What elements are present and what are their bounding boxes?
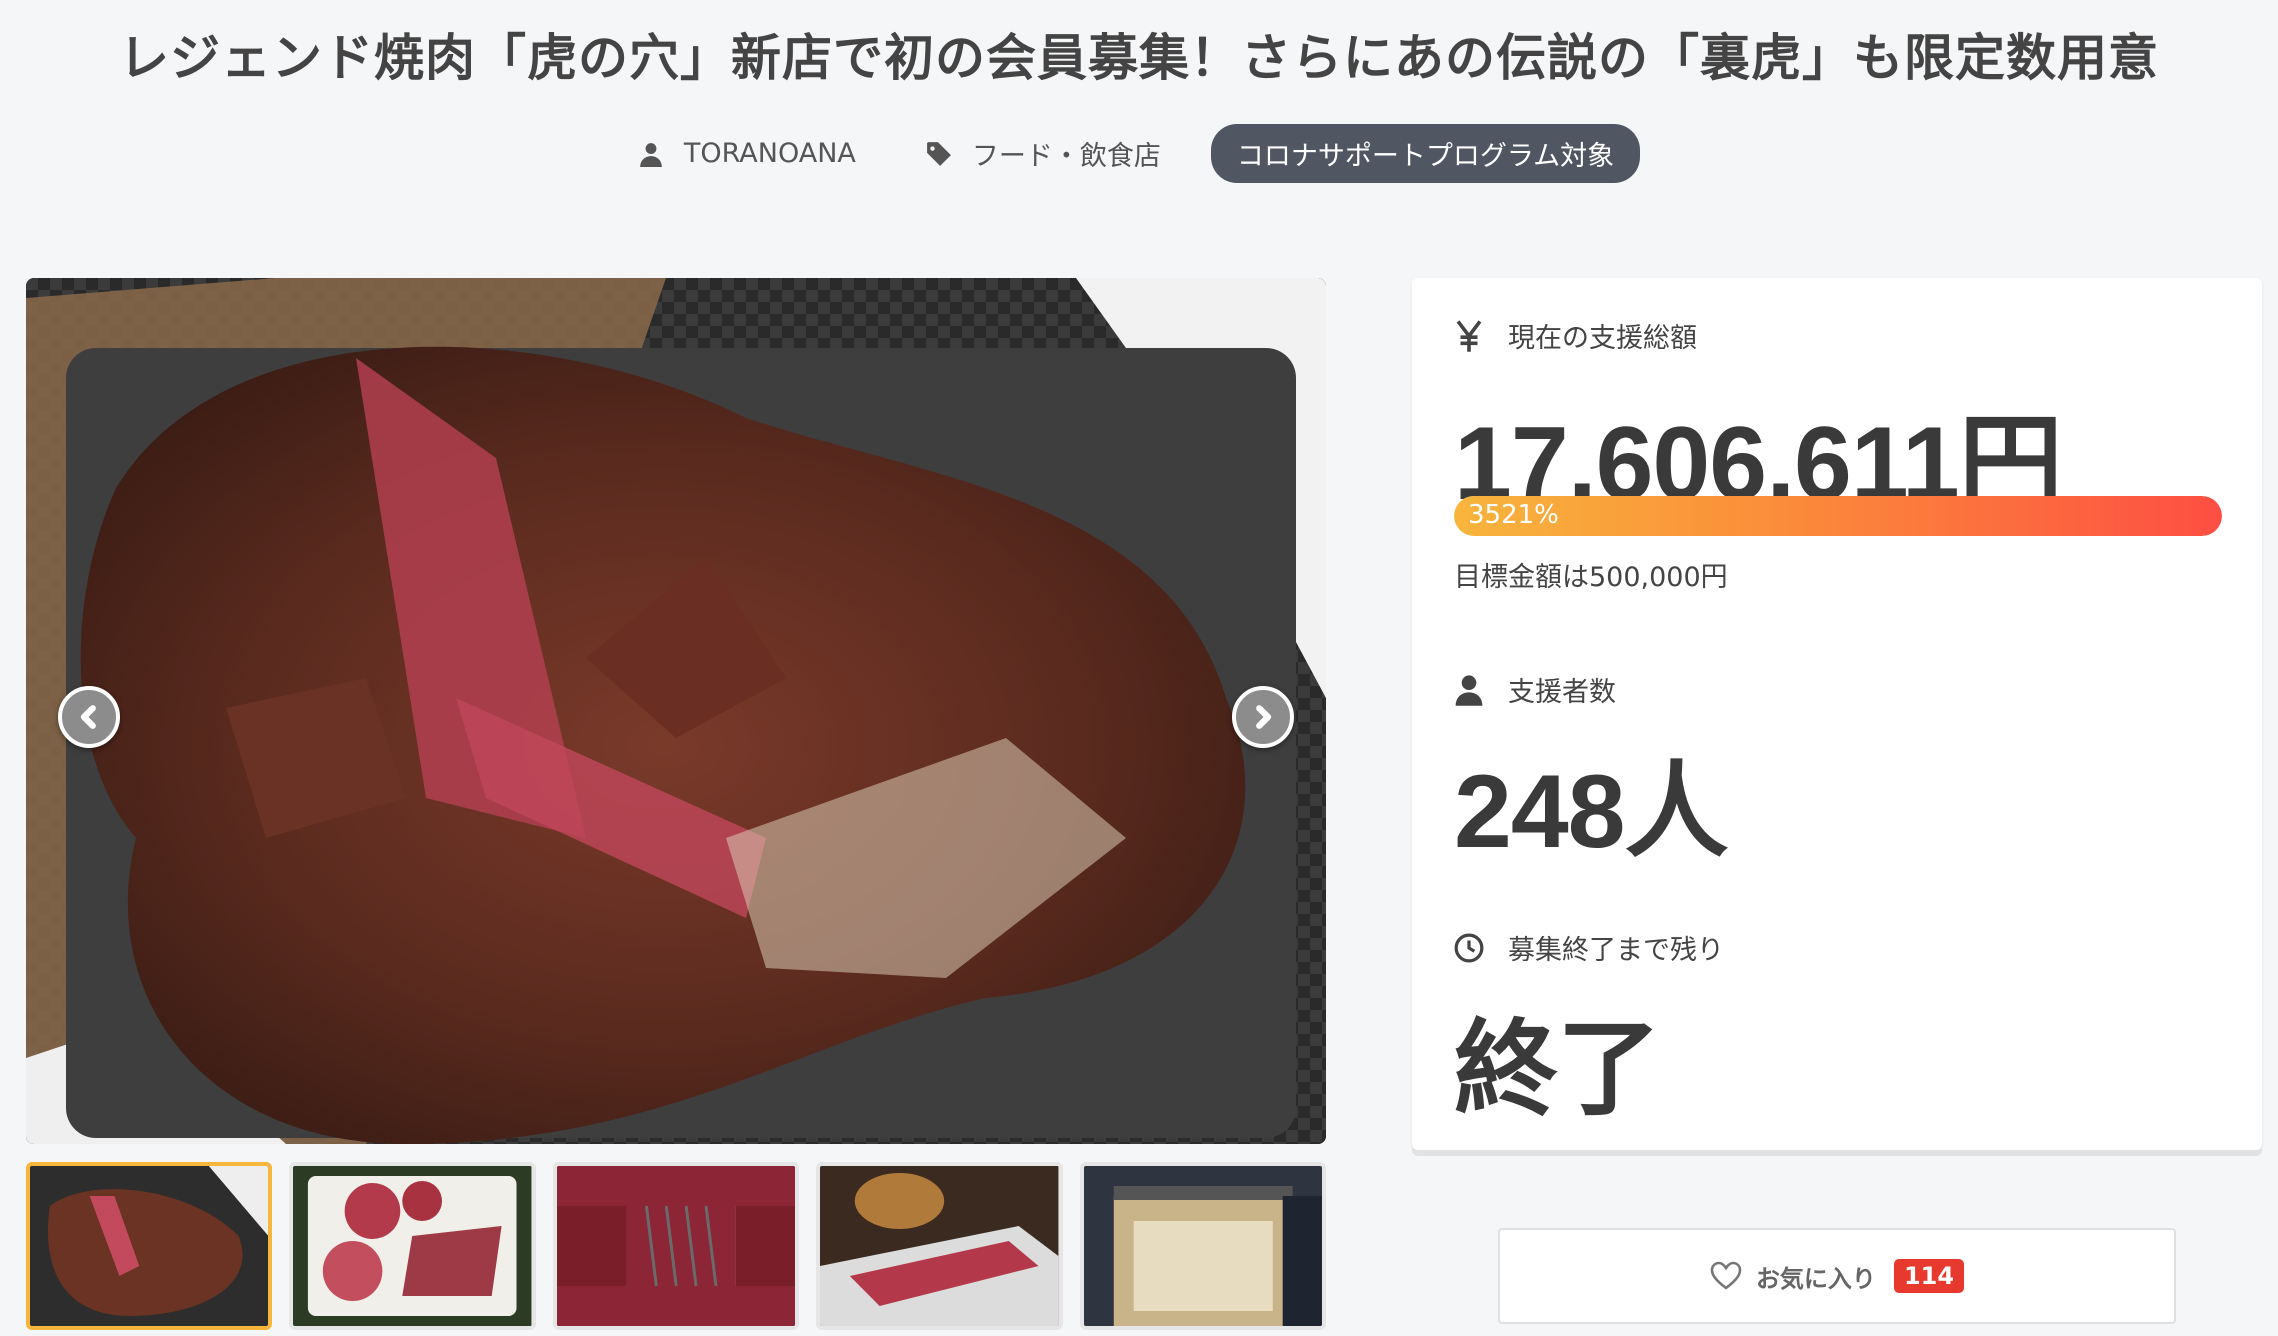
raw-meat-grill-thumb <box>556 1166 796 1326</box>
favorite-button[interactable]: お気に入り 114 <box>1498 1228 2176 1324</box>
author-link[interactable]: TORANOANA <box>638 138 856 169</box>
progress-fill <box>1454 496 2222 536</box>
tag-icon <box>926 141 951 166</box>
yen-icon <box>1456 319 1482 352</box>
category-name: フード・飲食店 <box>971 141 1161 172</box>
main-photo[interactable] <box>26 278 1326 1144</box>
chevron-left-icon <box>80 705 96 729</box>
next-photo-button[interactable] <box>1232 686 1294 748</box>
total-label-row: 現在の支援総額 <box>1454 316 1697 355</box>
category-link[interactable]: フード・飲食店 <box>926 134 1161 173</box>
thumbnail-4[interactable] <box>816 1162 1063 1330</box>
steak-photo <box>26 278 1326 1144</box>
chevron-right-icon <box>1256 705 1272 729</box>
project-meta: TORANOANA フード・飲食店 コロナサポートプログラム対象 <box>0 124 2278 183</box>
remaining-label: 募集終了まで残り <box>1508 935 1724 966</box>
prev-photo-button[interactable] <box>58 686 120 748</box>
supporters-label-row: 支援者数 <box>1454 670 1616 709</box>
corona-support-badge[interactable]: コロナサポートプログラム対象 <box>1210 124 1641 183</box>
sliced-meat-thumb <box>820 1166 1059 1326</box>
remaining-value: 終了 <box>1454 1012 1661 1128</box>
user-icon <box>640 142 662 167</box>
steak-thumb <box>30 1166 269 1326</box>
supporters-label: 支援者数 <box>1508 677 1616 708</box>
supporters-count: 248人 <box>1454 754 1729 870</box>
clock-icon <box>1454 933 1484 962</box>
favorite-label: お気に入り <box>1755 1264 1876 1293</box>
page-title: レジェンド焼肉「虎の穴」新店で初の会員募集！さらにあの伝説の「裏虎」も限定数用意 <box>119 29 2159 87</box>
progress-percent: 3521% <box>1468 500 1559 530</box>
storefront-thumb <box>1083 1166 1323 1326</box>
progress-bar: 3521% <box>1454 496 2222 536</box>
thumbnail-2[interactable] <box>289 1162 536 1330</box>
person-icon <box>1455 674 1483 706</box>
project-page: レジェンド焼肉「虎の穴」新店で初の会員募集！さらにあの伝説の「裏虎」も限定数用意… <box>0 0 2278 1336</box>
author-name: TORANOANA <box>683 138 856 169</box>
thumbnail-5[interactable] <box>1079 1162 1327 1330</box>
heart-icon <box>1710 1261 1742 1290</box>
thumbnail-1[interactable] <box>26 1162 273 1330</box>
goal-amount: 目標金額は500,000円 <box>1454 562 1728 593</box>
favorite-count: 114 <box>1893 1259 1965 1293</box>
thumbnail-3[interactable] <box>552 1162 800 1330</box>
funding-stats-panel: 現在の支援総額 17,606,611円 3521% 目標金額は500,000円 … <box>1412 278 2262 1150</box>
remaining-label-row: 募集終了まで残り <box>1454 928 1724 967</box>
meat-plate-thumb <box>293 1166 532 1326</box>
thumbnail-strip <box>26 1162 1327 1330</box>
total-label: 現在の支援総額 <box>1508 323 1697 354</box>
